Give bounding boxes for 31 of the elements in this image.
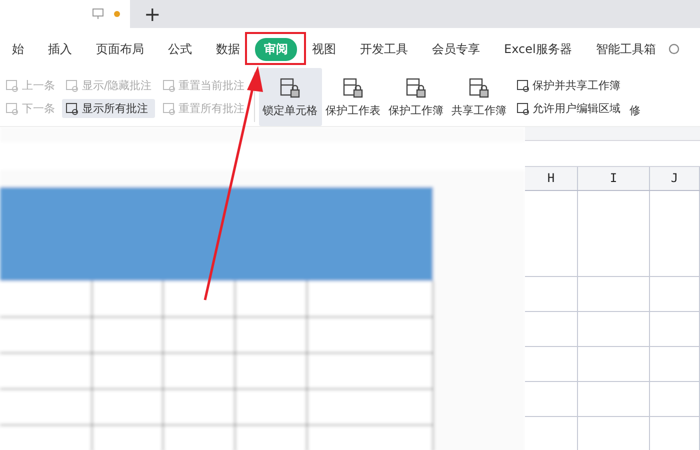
column-header[interactable]: J — [650, 166, 700, 190]
comment-icon — [162, 78, 176, 92]
column-header[interactable]: H — [525, 166, 578, 190]
comment-icon — [5, 102, 19, 116]
new-tab-button[interactable]: + — [140, 2, 165, 26]
menu-tab[interactable]: 始 — [3, 38, 33, 60]
highlight-frame — [245, 32, 306, 65]
menu-tab[interactable]: 页面布局 — [87, 38, 153, 60]
menu-tab[interactable]: 插入 — [39, 38, 81, 60]
comment-icon — [5, 78, 19, 92]
comment-icon — [65, 102, 79, 116]
menu-tab[interactable]: 开发工具 — [351, 38, 417, 60]
comment-icon — [65, 78, 79, 92]
menu-tab[interactable]: 智能工具箱 — [586, 38, 665, 60]
monitor-icon — [92, 8, 104, 20]
comment-icon — [162, 102, 176, 116]
menu-tab[interactable]: 公式 — [159, 38, 201, 60]
ribbon-button[interactable]: 共享工作簿 — [448, 68, 511, 126]
menu-tab[interactable]: 数据 — [207, 38, 249, 60]
ribbon-button[interactable]: 保护并共享工作簿 — [512, 76, 624, 95]
menu-tab[interactable]: Excel服务器 — [495, 38, 581, 60]
ribbon-label: 修 — [630, 103, 641, 118]
column-header[interactable]: I — [578, 166, 650, 190]
search-icon[interactable] — [668, 43, 680, 55]
menu-tab[interactable]: 会员专享 — [423, 38, 489, 60]
menu-tab[interactable]: 视图 — [303, 38, 345, 60]
ribbon-button[interactable]: 显示所有批注 — [62, 99, 155, 118]
ribbon-button[interactable]: 保护工作表 — [322, 68, 385, 126]
ribbon-button[interactable]: 保护工作簿 — [384, 68, 448, 126]
ribbon-button[interactable]: 锁定单元格 — [258, 68, 322, 126]
ribbon-button[interactable]: 允许用户编辑区域 — [512, 99, 624, 118]
